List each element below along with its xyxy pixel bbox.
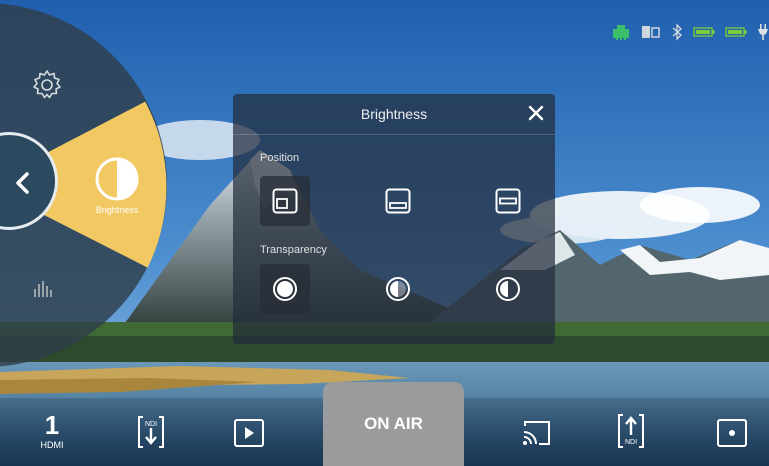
position-option-bottom[interactable] bbox=[373, 176, 423, 226]
panel-title: Brightness bbox=[360, 106, 428, 122]
brightness-menu-label: Brightness bbox=[95, 205, 139, 215]
ndi-in-icon[interactable]: NDI bbox=[136, 415, 166, 449]
record-icon[interactable] bbox=[716, 418, 748, 448]
transparency-option-full[interactable] bbox=[260, 264, 310, 314]
transparency-option-low[interactable] bbox=[483, 264, 533, 314]
main-screen: Brightness Brightness Position Transpare… bbox=[0, 0, 769, 466]
play-icon[interactable] bbox=[233, 418, 265, 448]
close-icon[interactable] bbox=[527, 104, 545, 122]
gear-icon[interactable] bbox=[30, 68, 64, 102]
brightness-icon[interactable] bbox=[94, 156, 140, 202]
on-air-button[interactable]: ON AIR bbox=[323, 382, 464, 466]
input-label: HDMI bbox=[40, 440, 64, 450]
input-number: 1 bbox=[44, 410, 60, 440]
power-plug-icon bbox=[758, 24, 768, 40]
ndi-out-icon[interactable]: NDI bbox=[616, 413, 646, 449]
ndi-in-label: NDI bbox=[145, 421, 157, 428]
opacity-half-icon bbox=[386, 277, 410, 301]
transparency-label: Transparency bbox=[260, 244, 327, 256]
cast-icon[interactable] bbox=[521, 418, 553, 448]
ndi-out-label: NDI bbox=[625, 439, 637, 446]
opacity-full-icon bbox=[273, 277, 297, 301]
position-option-center[interactable] bbox=[483, 176, 533, 226]
transparency-option-half[interactable] bbox=[373, 264, 423, 314]
brightness-panel: Brightness Position Transparency bbox=[233, 94, 555, 344]
position-label: Position bbox=[260, 152, 300, 164]
ethernet-icon bbox=[613, 25, 629, 40]
opacity-low-icon bbox=[496, 277, 520, 301]
position-option-small[interactable] bbox=[260, 176, 310, 226]
bluetooth-icon bbox=[672, 23, 682, 41]
chevron-left-icon bbox=[16, 172, 29, 194]
battery-2-icon bbox=[725, 27, 747, 37]
position-center-icon bbox=[495, 188, 521, 214]
position-bottom-icon bbox=[385, 188, 411, 214]
battery-1-icon bbox=[693, 27, 715, 37]
position-small-icon bbox=[272, 188, 298, 214]
sd-card-icon bbox=[642, 26, 660, 38]
status-bar bbox=[611, 22, 769, 42]
audio-levels-icon[interactable] bbox=[32, 281, 54, 297]
panel-divider bbox=[233, 134, 555, 135]
